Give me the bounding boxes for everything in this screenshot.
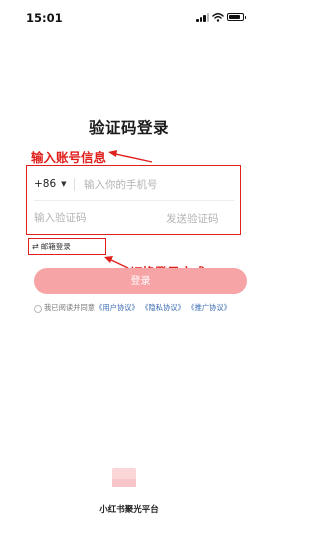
agreement-prefix: 我已阅读并同意 — [44, 303, 96, 312]
verification-code-input[interactable] — [34, 211, 154, 225]
divider — [74, 178, 75, 191]
annotation-input-account: 输入账号信息 — [31, 150, 107, 165]
agreement-text: 我已阅读并同意《用户协议》 《隐私协议》 《推广协议》 — [44, 302, 244, 314]
switch-arrows-icon: ⇄ — [32, 242, 39, 251]
brand-name: 小红书聚光平台 — [99, 505, 159, 515]
logo-icon — [112, 468, 136, 487]
user-agreement-link[interactable]: 《用户协议》 — [95, 303, 139, 312]
divider — [34, 200, 234, 201]
switch-login-label: 邮箱登录 — [40, 242, 71, 251]
country-code-selector[interactable]: +86 ▼ — [34, 178, 67, 190]
chevron-down-icon: ▼ — [61, 180, 67, 188]
promotion-agreement-link[interactable]: 《推广协议》 — [187, 303, 231, 312]
country-code-value: +86 — [34, 178, 57, 190]
send-code-button[interactable]: 发送验证码 — [166, 211, 219, 226]
checkbox-icon[interactable] — [34, 305, 42, 313]
phone-input[interactable] — [84, 178, 234, 192]
privacy-agreement-link[interactable]: 《隐私协议》 — [141, 303, 185, 312]
switch-login-method[interactable]: ⇄ 邮箱登录 — [32, 241, 71, 252]
login-button[interactable]: 登录 — [34, 268, 247, 294]
